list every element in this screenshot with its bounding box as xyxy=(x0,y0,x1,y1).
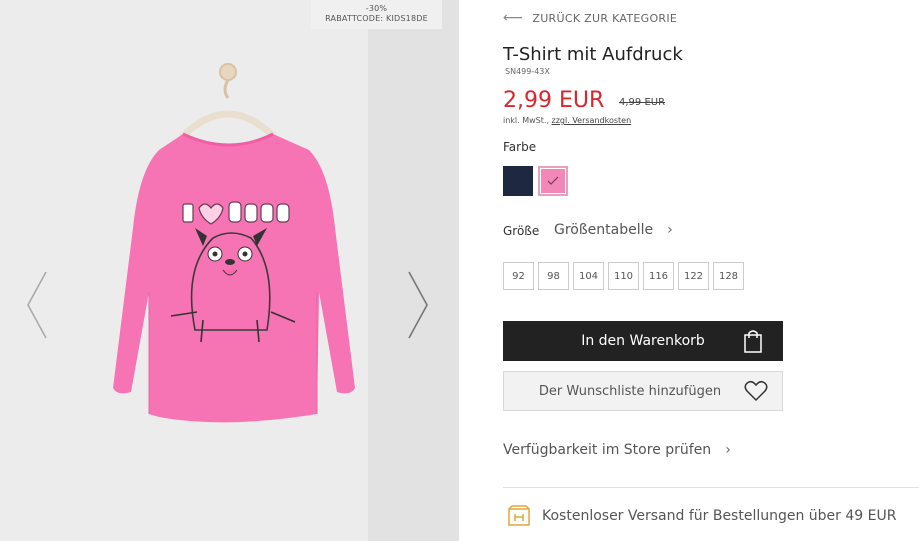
shopping-bag-icon xyxy=(744,330,762,353)
store-availability-link[interactable]: Verfügbarkeit im Store prüfen › xyxy=(503,442,731,458)
shipping-costs-link[interactable]: zzgl. Versandkosten xyxy=(552,116,632,125)
chevron-right-icon: › xyxy=(667,222,673,238)
chevron-right-icon[interactable] xyxy=(403,268,433,342)
product-info: ⟵ ZURÜCK ZUR KATEGORIE T-Shirt mit Aufdr… xyxy=(503,0,919,541)
add-to-cart-button[interactable]: In den Warenkorb xyxy=(503,321,783,361)
check-icon xyxy=(547,176,559,185)
current-price: 2,99 EUR xyxy=(503,88,605,113)
color-label: Farbe xyxy=(503,140,537,154)
add-to-wishlist-button[interactable]: Der Wunschliste hinzufügen xyxy=(503,371,783,411)
size-option-110[interactable]: 110 xyxy=(608,262,639,290)
divider xyxy=(503,487,919,488)
size-chart-label: Größentabelle xyxy=(554,222,654,238)
color-swatch-navy[interactable] xyxy=(503,166,533,196)
chevron-right-icon: › xyxy=(725,442,731,458)
product-title: T-Shirt mit Aufdruck xyxy=(503,44,683,65)
promo-badge: -30% RABATTCODE: KIDS18DE xyxy=(311,0,442,29)
chevron-left-icon[interactable] xyxy=(22,268,52,342)
promo-discount: -30% xyxy=(365,4,388,13)
add-to-wishlist-label: Der Wunschliste hinzufügen xyxy=(538,383,722,399)
free-shipping-info: Kostenloser Versand für Bestellungen übe… xyxy=(508,505,896,527)
back-label: ZURÜCK ZUR KATEGORIE xyxy=(532,11,678,25)
promo-code: RABATTCODE: KIDS18DE xyxy=(325,14,428,23)
old-price: 4,99 EUR xyxy=(619,97,666,108)
size-option-122[interactable]: 122 xyxy=(678,262,709,290)
heart-icon xyxy=(744,380,768,402)
add-to-cart-label: In den Warenkorb xyxy=(581,333,705,349)
color-swatch-pink[interactable] xyxy=(538,166,568,196)
size-option-98[interactable]: 98 xyxy=(538,262,569,290)
arrow-left-icon: ⟵ xyxy=(503,10,524,26)
tax-info: inkl. MwSt., zzgl. Versandkosten xyxy=(503,116,631,125)
product-gallery: -30% RABATTCODE: KIDS18DE xyxy=(0,0,459,541)
product-image xyxy=(113,63,355,423)
size-label: Größe xyxy=(503,224,540,238)
size-chart-link[interactable]: Größentabelle › xyxy=(554,222,673,238)
store-availability-label: Verfügbarkeit im Store prüfen xyxy=(503,442,712,458)
size-option-92[interactable]: 92 xyxy=(503,262,534,290)
product-sku: SN499-43X xyxy=(505,67,550,76)
size-option-116[interactable]: 116 xyxy=(643,262,674,290)
size-options: 92 98 104 110 116 122 128 xyxy=(503,262,748,290)
tax-prefix: inkl. MwSt., xyxy=(503,116,549,125)
size-option-104[interactable]: 104 xyxy=(573,262,604,290)
size-option-128[interactable]: 128 xyxy=(713,262,744,290)
delivery-box-icon xyxy=(508,505,530,526)
free-shipping-text: Kostenloser Versand für Bestellungen übe… xyxy=(542,508,897,524)
back-to-category-link[interactable]: ⟵ ZURÜCK ZUR KATEGORIE xyxy=(503,10,677,26)
